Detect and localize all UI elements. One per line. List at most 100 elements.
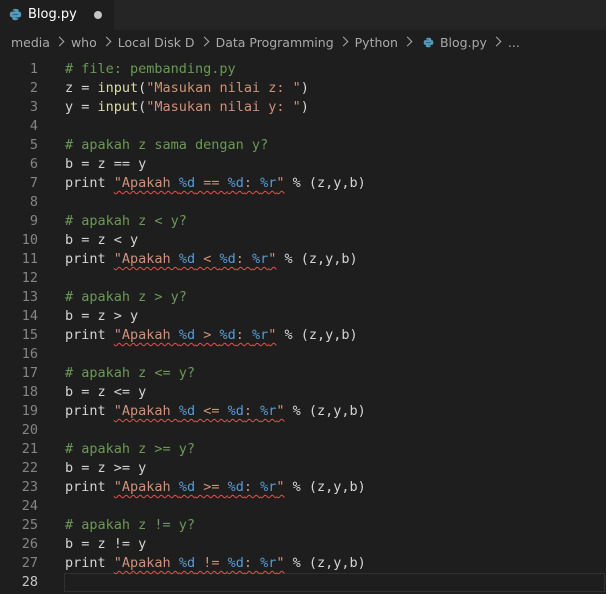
code-text: % (z,y,b)	[284, 479, 366, 495]
tab-bar: Blog.py	[0, 0, 606, 30]
code-format-specifier: %r	[260, 479, 277, 495]
code-line[interactable]: b = z < y	[65, 231, 606, 250]
error-squiggle[interactable]: "Apakah %d < %d: %r"	[114, 251, 277, 267]
breadcrumb-item-who[interactable]: who	[71, 35, 97, 50]
tab-blog-py[interactable]: Blog.py	[0, 0, 114, 30]
code-comment: # apakah z > y?	[65, 289, 187, 305]
unsaved-dot-icon[interactable]	[94, 11, 102, 19]
code-format-specifier: %d	[178, 175, 196, 191]
python-file-icon	[423, 37, 434, 47]
code-string: "Apakah	[113, 251, 179, 267]
code-format-specifier: %d	[227, 175, 244, 191]
line-number: 10	[21, 232, 38, 248]
code-line[interactable]: ​	[65, 345, 606, 364]
line-number: 26	[21, 536, 38, 552]
code-line[interactable]: b = z == y	[65, 155, 606, 174]
error-squiggle[interactable]: "Apakah %d == %d: %r"	[114, 175, 285, 191]
code-line[interactable]: print "Apakah %d <= %d: %r" % (z,y,b)	[65, 402, 606, 421]
code-string: "	[276, 555, 285, 571]
code-line[interactable]: print "Apakah %d > %d: %r" % (z,y,b)	[65, 326, 606, 345]
line-number: 17	[21, 365, 38, 381]
code-line[interactable]: # apakah z >= y?	[65, 440, 606, 459]
code-comment: # apakah z sama dengan y?	[65, 137, 269, 153]
code-format-specifier: %r	[252, 327, 269, 343]
code-line[interactable]: print "Apakah %d != %d: %r" % (z,y,b)	[65, 554, 606, 573]
line-number: 6	[29, 156, 38, 172]
code-line[interactable]: b = z >= y	[65, 459, 606, 478]
code-line[interactable]: ​	[65, 573, 606, 592]
code-line[interactable]: ​	[65, 193, 606, 212]
code-line[interactable]: ​	[65, 117, 606, 136]
code-string: <	[195, 251, 220, 267]
line-number: 16	[21, 346, 38, 362]
line-number: 14	[21, 308, 38, 324]
code-format-specifier: %r	[260, 555, 277, 571]
breadcrumb-item-local-disk[interactable]: Local Disk D	[118, 35, 195, 50]
line-number: 9	[29, 213, 38, 229]
code-line[interactable]: ​	[65, 421, 606, 440]
code-line[interactable]: print "Apakah %d == %d: %r" % (z,y,b)	[65, 174, 606, 193]
line-number: 21	[21, 441, 38, 457]
error-squiggle[interactable]: "Apakah %d <= %d: %r"	[114, 403, 285, 419]
breadcrumb-item-file[interactable]: Blog.py	[419, 35, 487, 50]
code-comment: # apakah z <= y?	[65, 365, 196, 381]
code-comment: # file: pembanding.py	[65, 61, 236, 77]
code-function: input	[97, 99, 139, 115]
code-format-specifier: %r	[252, 251, 269, 267]
line-number: 28	[21, 574, 38, 590]
line-number: 25	[21, 517, 38, 533]
code-line[interactable]: b = z != y	[65, 535, 606, 554]
code-line[interactable]: # apakah z != y?	[65, 516, 606, 535]
breadcrumb-item-python[interactable]: Python	[355, 35, 398, 50]
code-format-specifier: %d	[227, 403, 244, 419]
code-format-specifier: %d	[178, 403, 196, 419]
code-comment: # apakah z != y?	[65, 517, 196, 533]
editor-window: Blog.py media who Local Disk D Data Prog…	[0, 0, 606, 594]
line-number: 12	[21, 270, 38, 286]
breadcrumb-file-label: Blog.py	[439, 34, 487, 50]
code-line[interactable]: ​	[65, 269, 606, 288]
code-line[interactable]: # apakah z < y?	[65, 212, 606, 231]
code-string: :	[235, 251, 252, 267]
error-squiggle[interactable]: "Apakah %d != %d: %r"	[114, 555, 285, 571]
breadcrumb-item-media[interactable]: media	[11, 35, 50, 50]
code-line[interactable]: # apakah z <= y?	[65, 364, 606, 383]
error-squiggle[interactable]: "Apakah %d >= %d: %r"	[114, 479, 285, 495]
code-format-specifier: %r	[260, 403, 277, 419]
code-line[interactable]: # apakah z sama dengan y?	[65, 136, 606, 155]
line-number: 20	[21, 422, 38, 438]
code-line[interactable]: # file: pembanding.py	[65, 60, 606, 79]
error-squiggle[interactable]: "Apakah %d > %d: %r"	[114, 327, 277, 343]
code-format-specifier: %d	[227, 479, 244, 495]
code-text: y =	[65, 99, 98, 115]
code-line[interactable]: print "Apakah %d >= %d: %r" % (z,y,b)	[65, 478, 606, 497]
chevron-right-icon	[199, 36, 210, 46]
code-format-specifier: %r	[260, 175, 277, 191]
code-line[interactable]: # apakah z > y?	[65, 288, 606, 307]
code-string: "	[276, 403, 285, 419]
code-area[interactable]: # file: pembanding.py z = input("Masukan …	[65, 60, 606, 592]
breadcrumb-item-data-programming[interactable]: Data Programming	[216, 35, 334, 50]
code-text: b = z > y	[65, 308, 139, 324]
code-string: !=	[195, 555, 228, 571]
code-line[interactable]: b = z > y	[65, 307, 606, 326]
code-text: )	[300, 99, 309, 115]
line-number: 1	[29, 61, 38, 77]
code-string: "Apakah	[113, 555, 179, 571]
code-line[interactable]: y = input("Masukan nilai y: ")	[65, 98, 606, 117]
code-string: :	[235, 327, 252, 343]
code-editor[interactable]: 1 2 3 4 5 6 7 8 9 10 11 12 13 14 15 16 17 18 19 20 21 22 23 24 2…	[0, 54, 606, 594]
code-string: "Masukan nilai y: "	[146, 99, 301, 115]
code-string: "Apakah	[113, 403, 179, 419]
breadcrumb-item-symbols[interactable]: ...	[508, 35, 520, 50]
code-format-specifier: %d	[227, 555, 244, 571]
code-line[interactable]: print "Apakah %d < %d: %r" % (z,y,b)	[65, 250, 606, 269]
code-string: "Apakah	[113, 479, 179, 495]
code-text: % (z,y,b)	[276, 251, 358, 267]
code-line[interactable]: ​	[65, 497, 606, 516]
code-line[interactable]: z = input("Masukan nilai z: ")	[65, 79, 606, 98]
chevron-right-icon	[338, 36, 349, 46]
code-keyword: print	[65, 555, 114, 571]
code-line[interactable]: b = z <= y	[65, 383, 606, 402]
code-string: >	[195, 327, 220, 343]
